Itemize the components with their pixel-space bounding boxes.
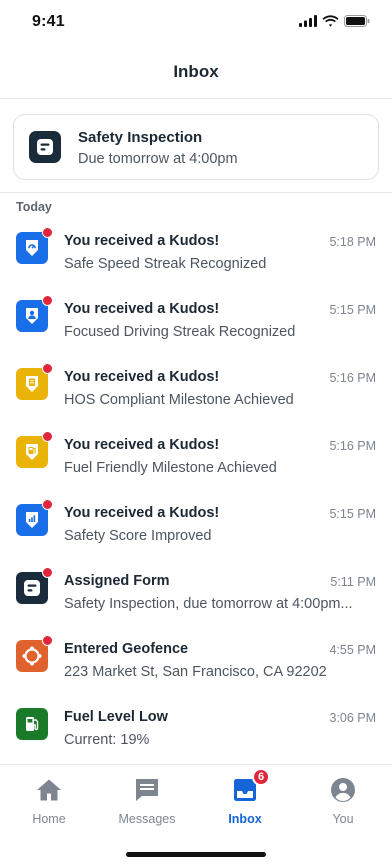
- tab-label: Messages: [118, 812, 176, 826]
- pinned-title: Safety Inspection: [78, 129, 203, 146]
- home-icon: [37, 779, 61, 801]
- battery-icon: [344, 15, 370, 27]
- notification-list: You received a Kudos! Safe Speed Streak …: [0, 216, 392, 760]
- user-icon: [331, 778, 355, 802]
- item-time: 5:18 PM: [329, 235, 376, 249]
- status-time: 9:41: [32, 13, 65, 30]
- list-item[interactable]: You received a Kudos! Fuel Friendly Mile…: [0, 420, 392, 488]
- item-subtitle: Fuel Friendly Milestone Achieved: [64, 460, 277, 476]
- item-title: You received a Kudos!: [64, 437, 220, 453]
- tab-inbox[interactable]: 6 Inbox: [196, 768, 294, 826]
- unread-dot: [42, 295, 53, 306]
- signal-icon: [299, 15, 317, 27]
- tab-label: Home: [32, 812, 66, 826]
- item-title: Fuel Level Low: [64, 709, 168, 725]
- item-title: You received a Kudos!: [64, 505, 220, 521]
- unread-dot: [42, 635, 53, 646]
- fuel-pump-icon: [16, 708, 48, 740]
- pinned-subtitle: Due tomorrow at 4:00pm: [78, 151, 238, 167]
- list-item[interactable]: You received a Kudos! Safety Score Impro…: [0, 488, 392, 556]
- list-item[interactable]: You received a Kudos! Focused Driving St…: [0, 284, 392, 352]
- page-title: Inbox: [173, 62, 219, 81]
- item-subtitle: 223 Market St, San Francisco, CA 92202: [64, 664, 327, 680]
- item-title: You received a Kudos!: [64, 233, 220, 249]
- unread-dot: [42, 227, 53, 238]
- item-time: 5:15 PM: [329, 303, 376, 317]
- item-subtitle: Safety Score Improved: [64, 528, 212, 544]
- unread-dot: [42, 567, 53, 578]
- unread-dot: [42, 431, 53, 442]
- list-item[interactable]: You received a Kudos! HOS Compliant Mile…: [0, 352, 392, 420]
- unread-dot: [42, 363, 53, 374]
- item-time: 5:11 PM: [330, 575, 376, 589]
- item-subtitle: Safe Speed Streak Recognized: [64, 256, 267, 272]
- item-time: 4:55 PM: [329, 643, 376, 657]
- item-subtitle: Focused Driving Streak Recognized: [64, 324, 296, 340]
- section-label: Today: [16, 200, 52, 214]
- item-time: 5:16 PM: [329, 439, 376, 453]
- item-title: Assigned Form: [64, 573, 170, 589]
- tab-messages[interactable]: Messages: [98, 775, 196, 826]
- tab-home[interactable]: Home: [0, 775, 98, 826]
- item-title: You received a Kudos!: [64, 369, 220, 385]
- form-icon: [29, 131, 61, 163]
- item-time: 5:15 PM: [329, 507, 376, 521]
- list-item[interactable]: You received a Kudos! Safe Speed Streak …: [0, 216, 392, 284]
- unread-dot: [42, 499, 53, 510]
- home-indicator: [126, 852, 266, 857]
- pinned-task-card[interactable]: Safety Inspection Due tomorrow at 4:00pm: [13, 114, 379, 180]
- list-item[interactable]: Entered Geofence 223 Market St, San Fran…: [0, 624, 392, 692]
- tab-you[interactable]: You: [294, 775, 392, 826]
- messages-icon: [136, 779, 158, 801]
- status-icons: [299, 15, 370, 27]
- item-title: You received a Kudos!: [64, 301, 220, 317]
- item-time: 5:16 PM: [329, 371, 376, 385]
- item-subtitle: HOS Compliant Milestone Achieved: [64, 392, 294, 408]
- list-item[interactable]: Fuel Level Low Current: 19% 3:06 PM: [0, 692, 392, 760]
- wifi-icon: [322, 15, 339, 27]
- section-divider: [0, 192, 392, 193]
- item-subtitle: Current: 19%: [64, 732, 150, 748]
- item-subtitle: Safety Inspection, due tomorrow at 4:00p…: [64, 596, 353, 612]
- unread-count-badge: 6: [252, 768, 270, 786]
- item-time: 3:06 PM: [329, 711, 376, 725]
- status-bar: 9:41: [0, 0, 392, 46]
- header-divider: [0, 98, 392, 99]
- list-item[interactable]: Assigned Form Safety Inspection, due tom…: [0, 556, 392, 624]
- tab-label: You: [332, 812, 354, 826]
- item-title: Entered Geofence: [64, 641, 189, 657]
- tab-label: Inbox: [228, 812, 262, 826]
